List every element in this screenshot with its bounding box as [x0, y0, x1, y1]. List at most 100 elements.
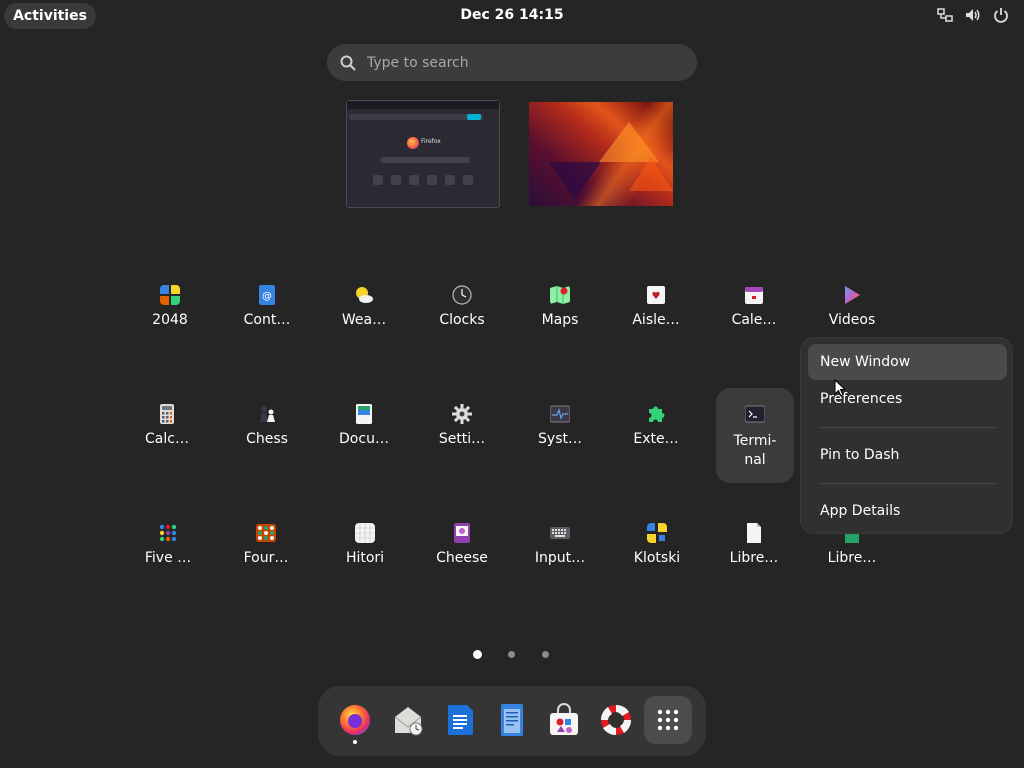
app-contacts[interactable]: @ Cont… — [227, 285, 307, 381]
calculator-icon — [160, 404, 174, 424]
page-indicator-1[interactable] — [473, 650, 482, 659]
app-klotski[interactable]: Klotski — [617, 523, 697, 619]
app-label-line2: nal — [744, 452, 766, 468]
videos-icon — [845, 286, 860, 304]
app-label: Libre… — [729, 550, 779, 566]
app-four-in-a-row[interactable]: Four… — [226, 523, 306, 619]
search-bar[interactable] — [327, 44, 697, 81]
app-label: Chess — [246, 431, 288, 447]
chess-icon — [260, 406, 275, 422]
app-hitori[interactable]: Hitori — [325, 523, 405, 619]
thumb-accent — [467, 114, 481, 120]
network-icon[interactable] — [936, 6, 954, 24]
extensions-icon — [649, 406, 665, 422]
top-bar: Activities Dec 26 14:15 — [0, 0, 1024, 32]
show-apps-button[interactable] — [644, 696, 692, 744]
clocks-icon — [452, 285, 472, 305]
app-maps[interactable]: Maps — [520, 285, 600, 381]
app-libreoffice-calc[interactable]: Libre… — [812, 523, 892, 619]
app-document-viewer[interactable]: Docu… — [324, 404, 404, 500]
app-clocks[interactable]: Clocks — [422, 285, 502, 381]
app-label: Syst… — [538, 431, 582, 447]
four-in-a-row-icon — [256, 524, 276, 542]
dash-firefox[interactable] — [338, 703, 372, 744]
maps-icon — [550, 286, 570, 304]
system-tray[interactable] — [936, 6, 1010, 24]
writer-icon — [448, 705, 473, 735]
app-label: Calc… — [145, 431, 189, 447]
mail-clock-icon — [394, 707, 423, 736]
firefox-window-thumbnail[interactable]: Firefox — [346, 100, 500, 208]
app-weather[interactable]: Wea… — [324, 285, 404, 381]
app-extensions[interactable]: Exte… — [616, 404, 696, 500]
thumb-tile — [373, 175, 383, 185]
app-calculator[interactable]: Calc… — [127, 404, 207, 500]
firefox-logo-icon — [407, 137, 419, 149]
terminal-icon — [745, 405, 765, 423]
wallpaper-shape — [549, 162, 601, 200]
dash-text-editor[interactable] — [495, 703, 529, 737]
weather-icon — [356, 287, 373, 303]
menu-separator — [820, 427, 996, 428]
app-input-method[interactable]: Input… — [520, 523, 600, 619]
app-libreoffice[interactable]: Libre… — [714, 523, 794, 619]
clock[interactable]: Dec 26 14:15 — [0, 7, 1024, 23]
app-settings[interactable]: Setti… — [422, 404, 502, 500]
thumb-tiles — [373, 175, 473, 185]
app-label: 2048 — [152, 312, 188, 328]
dash-help[interactable] — [599, 703, 633, 737]
thumb-firefox-label: Firefox — [421, 138, 441, 145]
app-chess[interactable]: Chess — [227, 404, 307, 500]
thumb-tile — [445, 175, 455, 185]
menu-separator — [820, 483, 996, 484]
aisleriot-icon: ♥ — [647, 286, 665, 304]
workspace-wallpaper-thumbnail[interactable] — [529, 102, 673, 206]
app-label: Wea… — [341, 312, 387, 328]
thumb-tile — [409, 175, 419, 185]
power-icon[interactable] — [992, 6, 1010, 24]
app-2048[interactable]: 2048 — [130, 285, 210, 381]
thumb-urlbar — [349, 114, 483, 120]
app-label-line1: Termi- — [733, 433, 777, 449]
hitori-icon — [355, 523, 375, 543]
thumb-tile — [427, 175, 437, 185]
show-apps-icon — [657, 709, 679, 731]
wallpaper-shape — [629, 157, 673, 191]
menu-item-app-details[interactable]: App Details — [808, 493, 1007, 529]
app-label: Hitori — [345, 550, 385, 566]
app-cheese[interactable]: Cheese — [422, 523, 502, 619]
text-editor-icon — [501, 704, 523, 736]
menu-item-new-window[interactable]: New Window — [808, 344, 1007, 380]
app-label: Cheese — [436, 550, 488, 566]
help-icon — [600, 704, 632, 736]
dash — [318, 686, 706, 756]
page-indicator-2[interactable] — [508, 651, 515, 658]
volume-icon[interactable] — [964, 6, 982, 24]
wallpaper-shape — [599, 122, 659, 162]
app-system-monitor[interactable]: Syst… — [520, 404, 600, 500]
five-or-more-icon — [159, 524, 177, 542]
app-aisleriot[interactable]: ♥ Aisle… — [616, 285, 696, 381]
app-terminal[interactable]: Termi- nal — [716, 388, 794, 483]
app-calendar[interactable]: Cale… — [714, 285, 794, 381]
document-viewer-icon — [356, 404, 372, 424]
dash-writer[interactable] — [443, 703, 477, 737]
app-label: Docu… — [339, 431, 389, 447]
page-indicator-3[interactable] — [542, 651, 549, 658]
app-label: Exte… — [633, 431, 679, 447]
app-context-menu: New Window Preferences Pin to Dash App D… — [800, 337, 1013, 534]
app-five-or-more[interactable]: Five … — [128, 523, 208, 619]
app-label: Setti… — [438, 431, 486, 447]
app-label: Libre… — [827, 550, 877, 566]
svg-text:@: @ — [262, 291, 272, 302]
search-icon — [340, 55, 356, 71]
app-label: Maps — [541, 312, 579, 328]
dash-mail[interactable] — [391, 703, 425, 737]
menu-item-pin-to-dash[interactable]: Pin to Dash — [808, 437, 1007, 473]
running-indicator — [353, 740, 357, 744]
dash-software[interactable] — [547, 703, 581, 737]
thumb-tile — [391, 175, 401, 185]
app-label: Klotski — [633, 550, 681, 566]
input-method-icon — [550, 527, 570, 539]
search-input[interactable] — [367, 44, 677, 81]
